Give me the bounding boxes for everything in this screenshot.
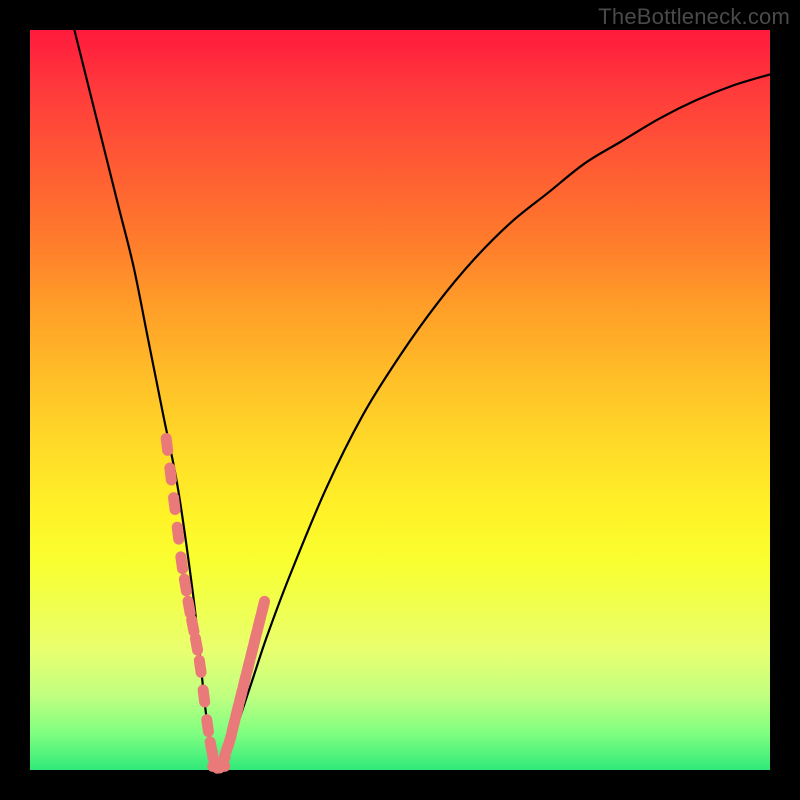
curve-svg: [30, 30, 770, 770]
plot-area: [30, 30, 770, 770]
marker-point: [195, 638, 197, 650]
marker-point: [199, 660, 201, 672]
marker-point: [177, 527, 178, 539]
marker-point: [207, 720, 209, 732]
marker-point: [192, 620, 194, 632]
marker-point: [181, 557, 183, 569]
marker-point: [166, 438, 167, 450]
bottleneck-curve: [74, 30, 770, 766]
marker-point: [188, 601, 190, 613]
marker-group: [166, 438, 264, 768]
marker-point: [184, 579, 186, 591]
marker-point: [203, 690, 204, 702]
marker-point: [262, 601, 265, 613]
marker-point: [170, 468, 171, 480]
chart-frame: TheBottleneck.com: [0, 0, 800, 800]
marker-point: [174, 498, 175, 510]
watermark-text: TheBottleneck.com: [598, 4, 790, 30]
